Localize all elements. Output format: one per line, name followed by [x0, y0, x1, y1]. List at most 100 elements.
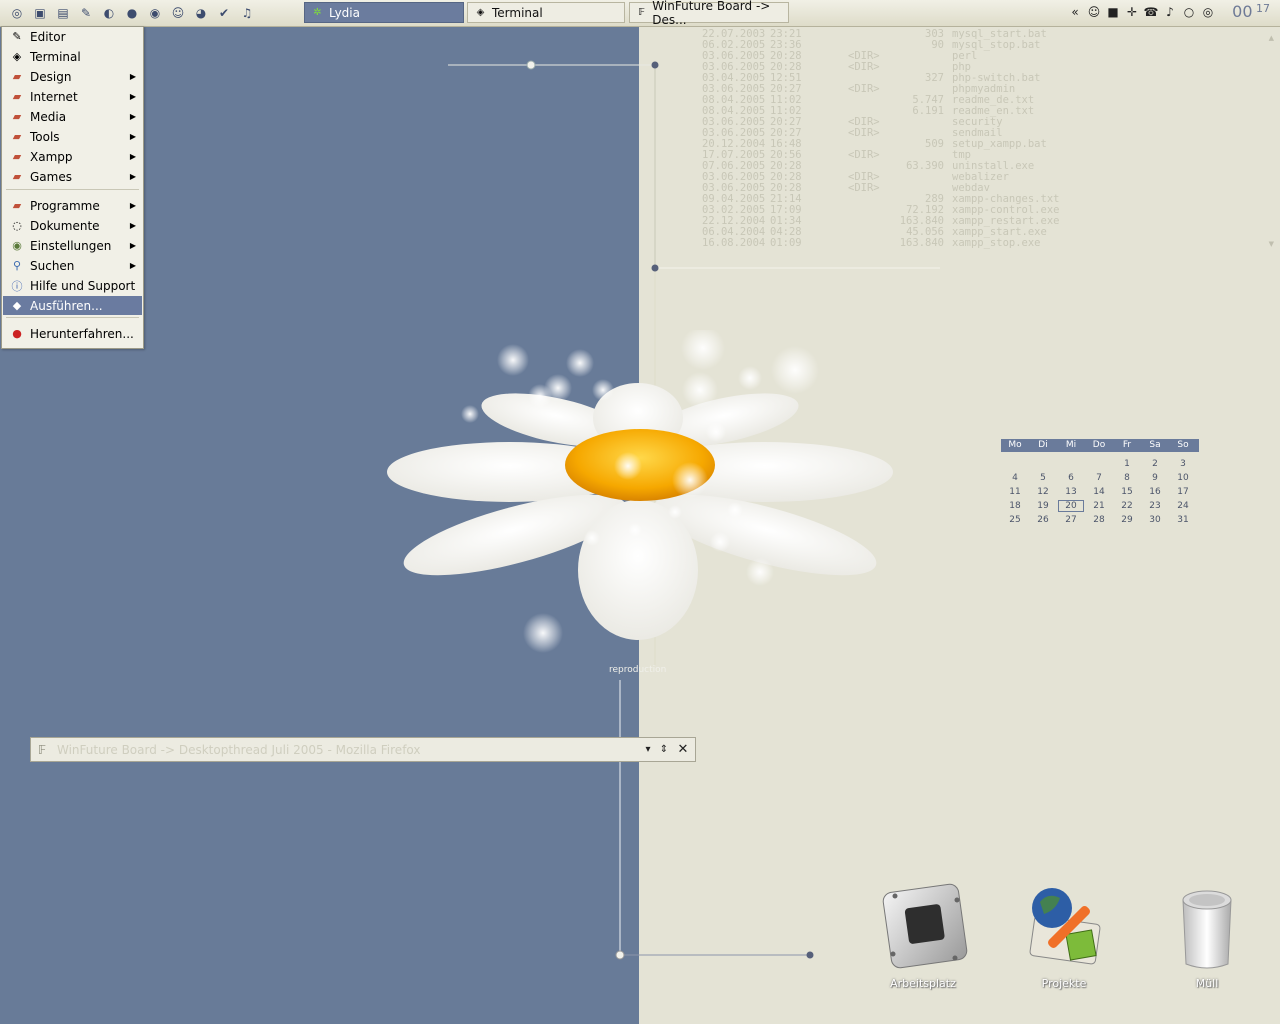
calendar-day[interactable]: 16 — [1141, 485, 1169, 499]
calendar-day[interactable]: 10 — [1169, 471, 1197, 485]
icon-label-projekte: Projekte — [1041, 977, 1087, 990]
menu-item-media[interactable]: ▰ Media ▶ — [3, 107, 142, 126]
check-icon[interactable]: ✔ — [215, 4, 233, 22]
calendar-day[interactable]: 9 — [1141, 471, 1169, 485]
menu-item-design[interactable]: ▰ Design ▶ — [3, 67, 142, 86]
menu-item-einstellungen[interactable]: ◉ Einstellungen ▶ — [3, 236, 142, 255]
task-firefox[interactable]: 𝔽 WinFuture Board -> Des... — [629, 0, 789, 27]
listing-cell — [848, 29, 898, 40]
menu-item-label: Suchen — [30, 258, 75, 273]
menu-item-internet[interactable]: ▰ Internet ▶ — [3, 87, 142, 106]
calendar-day[interactable]: 6 — [1057, 471, 1085, 485]
menu-item-suchen[interactable]: ⚲ Suchen ▶ — [3, 256, 142, 275]
record-icon[interactable]: ◎ — [1200, 4, 1216, 20]
volume-icon[interactable]: ♪ — [1162, 4, 1178, 20]
calendar-day[interactable]: 3 — [1169, 457, 1197, 471]
task-label: Lydia — [329, 5, 360, 20]
start-icon[interactable]: ◎ — [8, 4, 26, 22]
phone-icon[interactable]: ☎ — [1143, 4, 1159, 20]
calendar-day[interactable]: 11 — [1001, 485, 1029, 499]
taskbar: ◎ ▣ ▤ ✎ ◐ ● ◉ ☺ ◕ ✔ ♫ ✲ Lydia ◈ Terminal 𝔽 WinFutu… — [0, 0, 1280, 27]
calendar-day[interactable]: 25 — [1001, 513, 1029, 527]
window-icon[interactable]: ■ — [1105, 4, 1121, 20]
folder-icon: ▰ — [12, 70, 22, 83]
calendar-day[interactable]: 21 — [1085, 499, 1113, 513]
calendar-day[interactable]: 5 — [1029, 471, 1057, 485]
calendar-day[interactable]: 7 — [1085, 471, 1113, 485]
menu-item-games[interactable]: ▰ Games ▶ — [3, 167, 142, 186]
pen-icon[interactable]: ✎ — [77, 4, 95, 22]
firefox-icon[interactable]: ◕ — [192, 4, 210, 22]
desktop-icon-arbeitsplatz[interactable]: Arbeitsplatz — [873, 882, 973, 990]
menu-item-herunterfahren[interactable]: ● Herunterfahren... — [3, 324, 142, 343]
listing-cell — [848, 238, 898, 249]
menu-item-label: Xampp — [30, 149, 73, 164]
menu-item-dokumente[interactable]: ◌ Dokumente ▶ — [3, 216, 142, 235]
task-lydia[interactable]: ✲ Lydia — [304, 2, 464, 23]
calendar-week: 11 12 13 14 15 16 17 — [1001, 485, 1199, 499]
calendar-day[interactable]: 12 — [1029, 485, 1057, 499]
calendar-day[interactable]: 17 — [1169, 485, 1197, 499]
menu-item-xampp[interactable]: ▰ Xampp ▶ — [3, 147, 142, 166]
calendar-day[interactable]: 14 — [1085, 485, 1113, 499]
menu-item-ausführen[interactable]: ◆ Ausführen... — [3, 296, 142, 315]
submenu-arrow-icon: ▶ — [129, 172, 136, 181]
calendar-day[interactable]: 19 — [1029, 499, 1057, 513]
calendar-day[interactable]: 13 — [1057, 485, 1085, 499]
listing-cell: <DIR> — [848, 127, 880, 139]
calendar-day[interactable]: 27 — [1057, 513, 1085, 527]
calendar-day[interactable]: 28 — [1085, 513, 1113, 527]
menu-item-label: Tools — [30, 129, 60, 144]
network-icon[interactable]: ◉ — [146, 4, 164, 22]
menu-item-programme[interactable]: ▰ Programme ▶ — [3, 196, 142, 215]
calendar-day[interactable]: 20 — [1057, 499, 1085, 513]
submenu-arrow-icon: ▶ — [129, 201, 136, 210]
move-icon[interactable]: ✛ — [1124, 4, 1140, 20]
desktop-icon-muell[interactable]: Müll — [1157, 882, 1257, 990]
globe-icon[interactable]: ● — [123, 4, 141, 22]
calendar-day[interactable]: 22 — [1113, 499, 1141, 513]
firefox-window-title: WinFuture Board -> Desktopthread Juli 20… — [57, 742, 421, 757]
task-terminal[interactable]: ◈ Terminal — [467, 2, 625, 23]
calendar-day[interactable]: 26 — [1029, 513, 1057, 527]
calendar-day[interactable]: 15 — [1113, 485, 1141, 499]
listing-cell — [898, 51, 944, 62]
gimp-icon[interactable]: ◐ — [100, 4, 118, 22]
calendar-day[interactable]: 1 — [1113, 457, 1141, 471]
window-menu-icon[interactable]: ▾ — [641, 742, 655, 756]
settings-icon: ◉ — [12, 239, 22, 252]
music-icon[interactable]: ♫ — [238, 4, 256, 22]
computer-icon — [882, 883, 968, 969]
listing-cell: 16.08.2004 — [702, 237, 766, 249]
window-close-icon[interactable]: ✕ — [676, 742, 690, 757]
clock[interactable]: 00 17 — [1232, 2, 1270, 21]
calendar-day[interactable]: 29 — [1113, 513, 1141, 527]
notes-icon[interactable]: ▤ — [54, 4, 72, 22]
circle-icon[interactable]: ○ — [1181, 4, 1197, 20]
projects-icon — [1029, 888, 1101, 965]
menu-item-editor[interactable]: ✎ Editor — [3, 27, 142, 46]
firefox-window-shaded[interactable]: 𝔽 WinFuture Board -> Desktopthread Juli … — [30, 737, 696, 762]
calendar-day[interactable]: 2 — [1141, 457, 1169, 471]
calendar-day[interactable]: 24 — [1169, 499, 1197, 513]
menu-item-tools[interactable]: ▰ Tools ▶ — [3, 127, 142, 146]
scroll-up-icon[interactable]: ▲ — [1269, 34, 1274, 42]
scheduler-icon[interactable]: ▣ — [31, 4, 49, 22]
menu-separator — [6, 317, 139, 318]
calendar-day[interactable]: 8 — [1113, 471, 1141, 485]
task-label: WinFuture Board -> Des... — [652, 0, 771, 27]
window-shade-icon[interactable]: ⇕ — [657, 742, 671, 756]
menu-item-terminal[interactable]: ◈ Terminal — [3, 47, 142, 66]
calendar-day[interactable]: 30 — [1141, 513, 1169, 527]
menu-item-hilfe-und-support[interactable]: ⓘ Hilfe und Support — [3, 276, 142, 295]
folder-icon: ▰ — [12, 170, 22, 183]
smiley-icon[interactable]: ☺ — [169, 4, 187, 22]
calendar-day[interactable]: 31 — [1169, 513, 1197, 527]
messenger-icon[interactable]: ☺ — [1086, 4, 1102, 20]
collapse-tray-icon[interactable]: « — [1067, 4, 1083, 20]
calendar-day[interactable]: 23 — [1141, 499, 1169, 513]
calendar-day[interactable]: 4 — [1001, 471, 1029, 485]
calendar-day[interactable]: 18 — [1001, 499, 1029, 513]
desktop-icon-projekte[interactable]: Projekte — [1014, 882, 1114, 990]
scroll-down-icon[interactable]: ▼ — [1269, 240, 1274, 248]
